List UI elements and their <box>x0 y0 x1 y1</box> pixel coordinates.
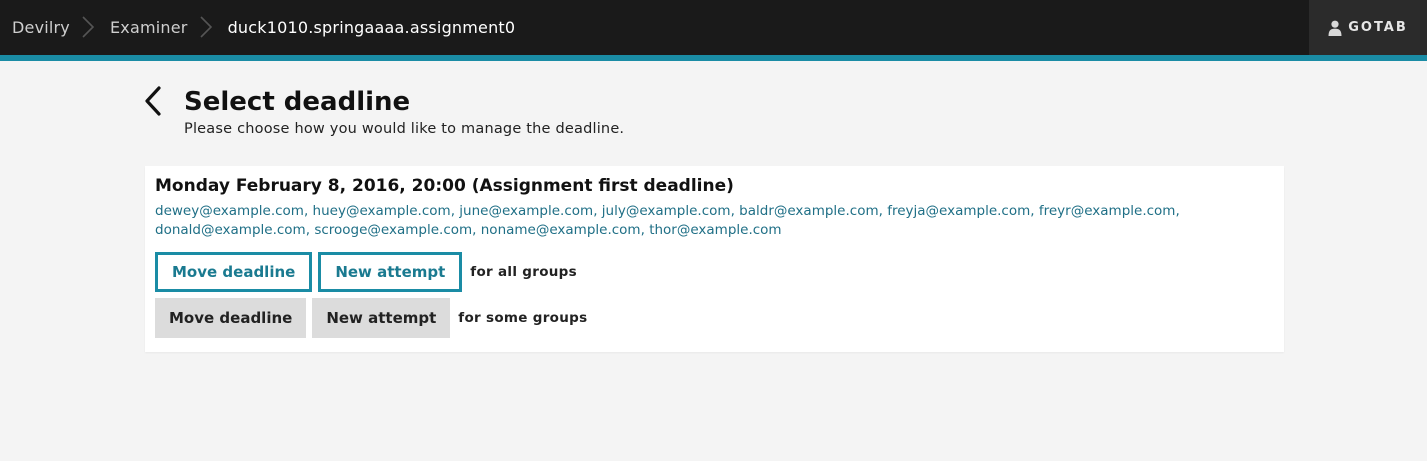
breadcrumb: Devilry Examiner duck1010.springaaaa.ass… <box>0 0 515 55</box>
group-email: scrooge@example.com <box>314 222 473 238</box>
user-icon <box>1328 20 1342 36</box>
group-email: noname@example.com <box>480 222 641 238</box>
header-text: Select deadline Please choose how you wo… <box>184 86 624 137</box>
some-groups-label: for some groups <box>458 310 588 326</box>
top-navbar: Devilry Examiner duck1010.springaaaa.ass… <box>0 0 1427 55</box>
accent-line <box>0 55 1427 61</box>
chevron-right-icon <box>78 0 102 55</box>
back-button[interactable] <box>142 86 168 120</box>
deadline-card: Monday February 8, 2016, 20:00 (Assignme… <box>145 166 1284 352</box>
group-email-list: dewey@example.com, huey@example.com, jun… <box>155 203 1180 238</box>
move-deadline-some-button[interactable]: Move deadline <box>155 298 307 338</box>
user-menu-button[interactable]: GOTAB <box>1309 0 1427 55</box>
group-email: freyja@example.com <box>887 203 1031 219</box>
group-email: july@example.com <box>601 203 731 219</box>
group-email: june@example.com <box>459 203 594 219</box>
breadcrumb-assignment: duck1010.springaaaa.assignment0 <box>227 18 516 37</box>
chevron-left-icon <box>142 85 164 121</box>
page-title: Select deadline <box>184 87 411 117</box>
page-header: Select deadline Please choose how you wo… <box>142 86 624 137</box>
user-name: GOTAB <box>1348 20 1408 35</box>
group-email: huey@example.com <box>312 203 451 219</box>
deadline-title: Monday February 8, 2016, 20:00 (Assignme… <box>155 176 734 196</box>
group-email: thor@example.com <box>649 222 782 238</box>
new-attempt-all-button[interactable]: New attempt <box>318 252 463 292</box>
move-deadline-all-button[interactable]: Move deadline <box>155 252 313 292</box>
all-groups-label: for all groups <box>470 264 577 280</box>
group-email: freyr@example.com <box>1038 203 1176 219</box>
group-email: dewey@example.com <box>155 203 304 219</box>
page-subtitle: Please choose how you would like to mana… <box>184 121 625 137</box>
all-groups-row: Move deadline New attempt for all groups <box>155 252 1274 292</box>
breadcrumb-examiner[interactable]: Examiner <box>110 18 188 37</box>
group-email: donald@example.com <box>155 222 306 238</box>
group-email: baldr@example.com <box>739 203 879 219</box>
breadcrumb-devilry[interactable]: Devilry <box>12 18 70 37</box>
chevron-right-icon <box>196 0 220 55</box>
new-attempt-some-button[interactable]: New attempt <box>312 298 451 338</box>
some-groups-row: Move deadline New attempt for some group… <box>155 298 1274 338</box>
